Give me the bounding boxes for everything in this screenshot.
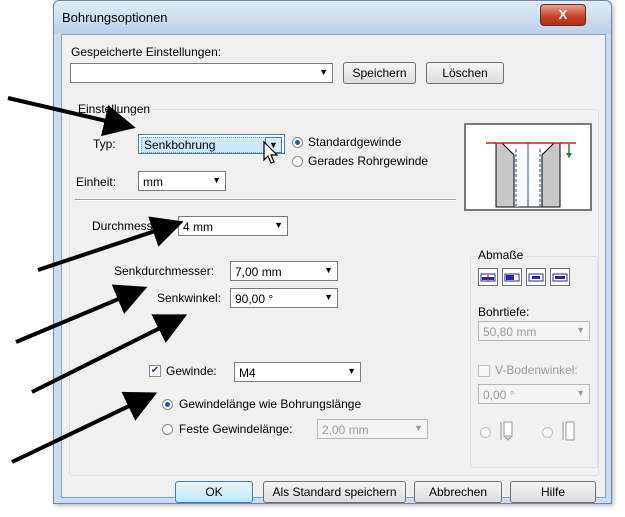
arrow-to-type [7, 96, 136, 137]
annotation-arrows [7, 96, 188, 464]
arrow-to-countersink-diameter [15, 284, 148, 344]
arrow-to-thread-length [11, 391, 158, 464]
arrow-to-countersink-angle [31, 314, 188, 394]
arrow-to-diameter [37, 216, 184, 272]
